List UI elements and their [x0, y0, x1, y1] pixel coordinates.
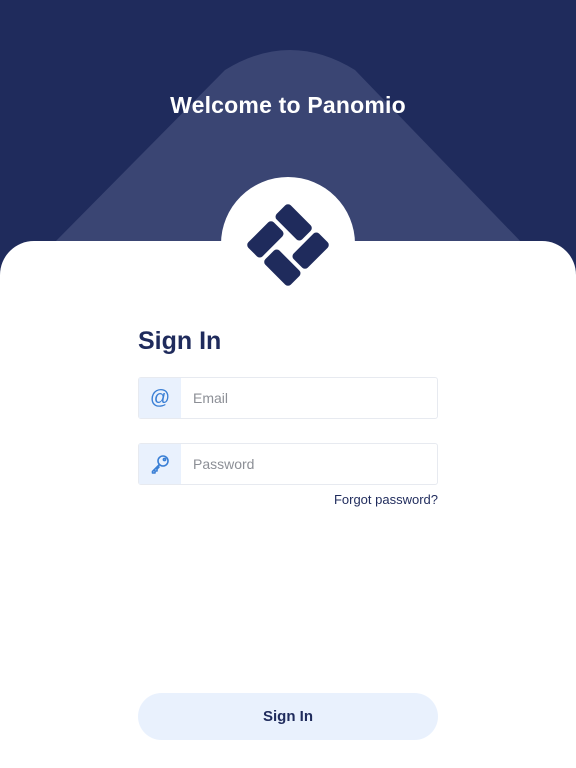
email-field[interactable]: @ — [138, 377, 438, 419]
email-input[interactable] — [181, 378, 437, 418]
key-icon — [139, 444, 181, 484]
welcome-title: Welcome to Panomio — [170, 92, 406, 118]
password-input[interactable] — [181, 444, 437, 484]
at-sign-icon: @ — [139, 378, 181, 418]
sign-in-screen: Welcome to Panomio Sign In @ Forgot pass… — [0, 0, 576, 768]
panomio-logo-icon — [247, 204, 329, 286]
password-field[interactable] — [138, 443, 438, 485]
sign-in-heading: Sign In — [138, 327, 222, 355]
forgot-password-link[interactable]: Forgot password? — [334, 492, 438, 507]
sign-in-card — [0, 241, 576, 768]
sign-in-button[interactable]: Sign In — [138, 693, 438, 740]
